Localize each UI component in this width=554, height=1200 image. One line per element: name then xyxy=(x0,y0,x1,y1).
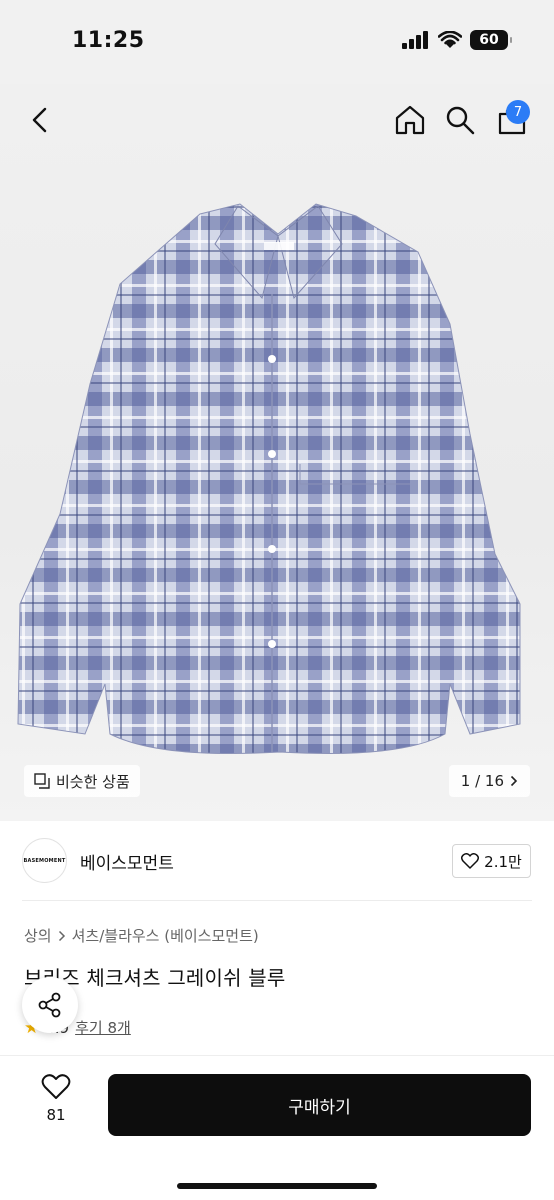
brand-row[interactable]: BASEMOMENT 베이스모먼트 2.1만 xyxy=(0,822,554,900)
chevron-right-icon xyxy=(58,930,65,941)
wishlist-count: 81 xyxy=(46,1106,66,1124)
status-time: 11:25 xyxy=(72,28,145,53)
brand-name[interactable]: 베이스모먼트 xyxy=(80,849,174,874)
brand-like-button[interactable]: 2.1만 xyxy=(452,844,531,878)
battery-icon: 60 xyxy=(470,30,512,50)
similar-products-button[interactable]: 비슷한 상품 xyxy=(24,765,140,797)
similar-icon xyxy=(34,773,50,789)
product-image-gallery[interactable] xyxy=(0,84,554,821)
cart-badge: 7 xyxy=(506,100,530,124)
status-bar: 11:25 60 xyxy=(0,0,554,84)
home-icon xyxy=(395,105,425,135)
back-arrow-icon xyxy=(32,107,47,133)
breadcrumb-item[interactable]: 셔츠/블라우스 (베이스모먼트) xyxy=(72,925,259,946)
wishlist-button[interactable]: 81 xyxy=(26,1074,86,1142)
share-icon xyxy=(38,992,61,1018)
plaid-shirt-image xyxy=(17,203,521,755)
reviews-link[interactable]: 후기 8개 xyxy=(75,1017,131,1038)
chevron-right-icon xyxy=(510,775,518,787)
breadcrumb-item[interactable]: 상의 xyxy=(24,925,52,946)
home-indicator xyxy=(177,1183,377,1189)
bottom-action-bar: 81 구매하기 xyxy=(0,1055,554,1200)
brand-like-count: 2.1만 xyxy=(484,852,522,871)
buy-button[interactable]: 구매하기 xyxy=(108,1074,531,1136)
similar-products-label: 비슷한 상품 xyxy=(56,772,130,791)
wifi-icon xyxy=(438,31,462,48)
brand-logo-text: BASEMOMENT xyxy=(23,857,66,864)
back-button[interactable] xyxy=(22,100,58,140)
heart-icon xyxy=(461,853,480,869)
divider xyxy=(22,900,532,901)
image-pager-label: 1 / 16 xyxy=(460,772,504,790)
image-pager[interactable]: 1 / 16 xyxy=(448,765,530,797)
status-icons: 60 xyxy=(402,30,512,50)
search-button[interactable] xyxy=(442,100,478,140)
brand-logo[interactable]: BASEMOMENT xyxy=(22,838,67,883)
heart-icon xyxy=(41,1074,71,1099)
search-icon xyxy=(446,106,475,135)
battery-level: 60 xyxy=(479,32,499,48)
share-button[interactable] xyxy=(22,977,78,1033)
signal-icon xyxy=(402,31,428,49)
breadcrumb: 상의 셔츠/블라우스 (베이스모먼트) xyxy=(24,925,259,946)
home-button[interactable] xyxy=(392,100,428,140)
